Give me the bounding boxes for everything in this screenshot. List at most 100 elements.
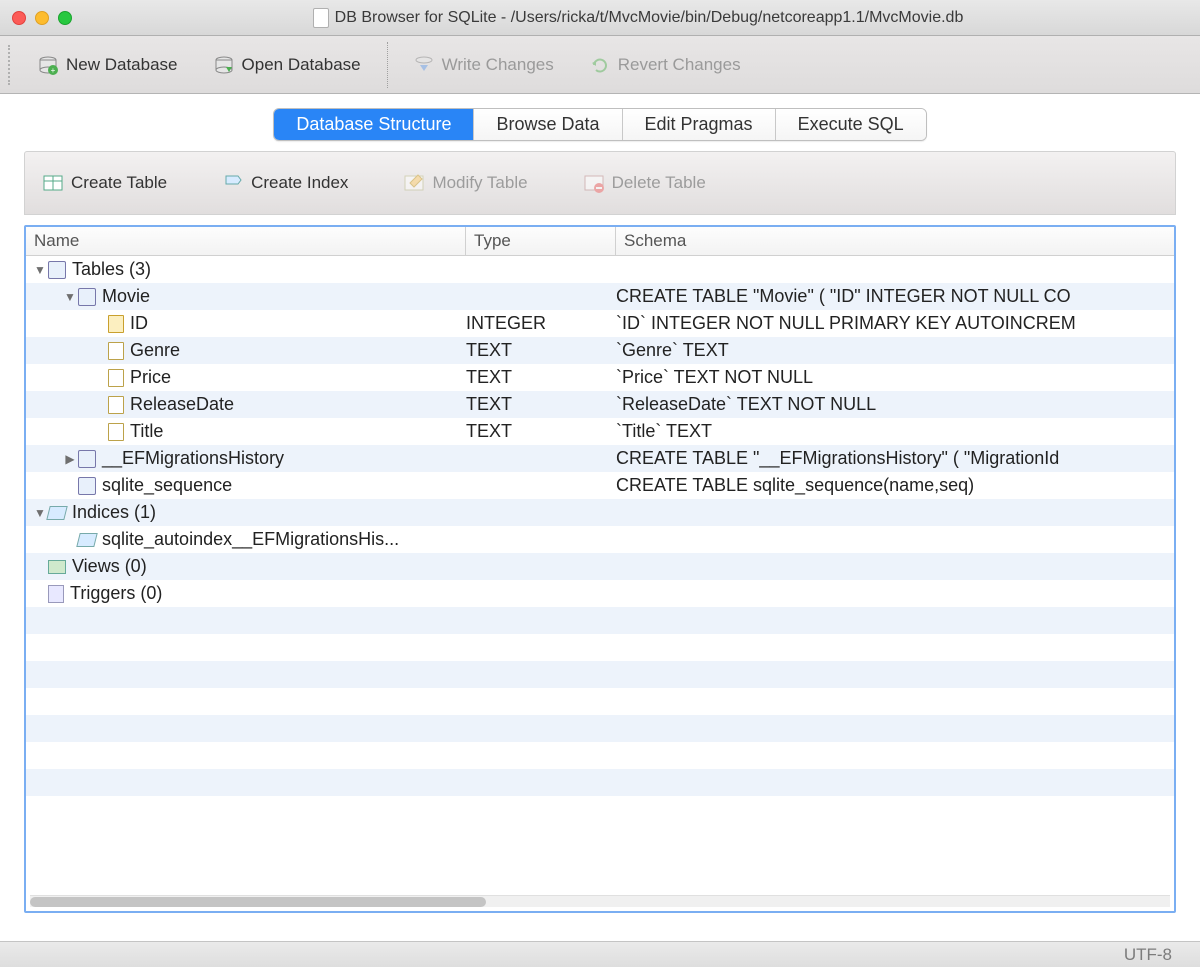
open-database-label: Open Database — [242, 55, 361, 75]
column-icon — [108, 396, 124, 414]
tab-database-structure[interactable]: Database Structure — [274, 109, 474, 140]
empty-row — [26, 661, 1174, 688]
table-schema: CREATE TABLE "__EFMigrationsHistory" ( "… — [616, 448, 1174, 469]
index-icon — [76, 533, 97, 547]
table-schema: CREATE TABLE sqlite_sequence(name,seq) — [616, 475, 1174, 496]
new-database-button[interactable]: + New Database — [20, 49, 196, 81]
revert-changes-label: Revert Changes — [618, 55, 741, 75]
tab-execute-sql[interactable]: Execute SQL — [776, 109, 926, 140]
tab-edit-pragmas[interactable]: Edit Pragmas — [623, 109, 776, 140]
column-name: Title — [130, 421, 163, 442]
tree-node-table-movie[interactable]: ▼ Movie CREATE TABLE "Movie" ( "ID" INTE… — [26, 283, 1174, 310]
column-icon — [108, 342, 124, 360]
svg-text:+: + — [51, 66, 56, 75]
triggers-icon — [48, 585, 64, 603]
main-toolbar: + New Database Open Database Write Chang… — [0, 36, 1200, 94]
database-new-icon: + — [38, 55, 58, 75]
modify-table-button: Modify Table — [396, 167, 535, 199]
create-table-button[interactable]: Create Table — [35, 167, 175, 199]
tree-node-views[interactable]: ▶ Views (0) — [26, 553, 1174, 580]
scrollbar-thumb[interactable] — [30, 897, 486, 907]
delete-table-label: Delete Table — [612, 173, 706, 193]
table-delete-icon — [584, 173, 604, 193]
tree-node-index-autoindex[interactable]: ▶ sqlite_autoindex__EFMigrationsHis... — [26, 526, 1174, 553]
disclosure-triangle-icon[interactable]: ▼ — [62, 290, 78, 304]
column-type: INTEGER — [466, 313, 616, 334]
table-icon — [78, 288, 96, 306]
write-changes-icon — [414, 55, 434, 75]
horizontal-scrollbar[interactable] — [30, 895, 1170, 907]
empty-row — [26, 634, 1174, 661]
column-header-name[interactable]: Name — [26, 227, 466, 255]
create-table-label: Create Table — [71, 173, 167, 193]
toolbar-separator — [387, 42, 388, 88]
window-title: DB Browser for SQLite - /Users/ricka/t/M… — [88, 8, 1188, 28]
tree-node-triggers[interactable]: ▶ Triggers (0) — [26, 580, 1174, 607]
tree-node-column-id[interactable]: ▶ ID INTEGER `ID` INTEGER NOT NULL PRIMA… — [26, 310, 1174, 337]
table-schema: CREATE TABLE "Movie" ( "ID" INTEGER NOT … — [616, 286, 1174, 307]
toolbar-handle[interactable] — [8, 45, 14, 85]
column-schema: `Price` TEXT NOT NULL — [616, 367, 1174, 388]
tree-body[interactable]: ▼ Tables (3) ▼ Movie CREATE TABLE "Movie… — [26, 256, 1174, 895]
empty-row — [26, 688, 1174, 715]
tree-node-table-efmigrations[interactable]: ▶ __EFMigrationsHistory CREATE TABLE "__… — [26, 445, 1174, 472]
main-panel: Create Table Create Index Modify Table D… — [0, 151, 1200, 941]
schema-tree: Name Type Schema ▼ Tables (3) ▼ — [24, 225, 1176, 913]
column-name: ReleaseDate — [130, 394, 234, 415]
column-name: Price — [130, 367, 171, 388]
disclosure-triangle-icon[interactable]: ▶ — [62, 452, 78, 466]
disclosure-triangle-icon[interactable]: ▼ — [32, 506, 48, 520]
tree-node-column-releasedate[interactable]: ▶ ReleaseDate TEXT `ReleaseDate` TEXT NO… — [26, 391, 1174, 418]
window-title-text: DB Browser for SQLite - /Users/ricka/t/M… — [335, 9, 964, 27]
column-header-schema[interactable]: Schema — [616, 227, 1174, 255]
column-header-type[interactable]: Type — [466, 227, 616, 255]
tree-node-column-genre[interactable]: ▶ Genre TEXT `Genre` TEXT — [26, 337, 1174, 364]
tables-label: Tables (3) — [72, 259, 151, 280]
minimize-window-button[interactable] — [35, 11, 49, 25]
encoding-label: UTF-8 — [1124, 945, 1172, 965]
window-controls — [12, 11, 72, 25]
document-icon — [313, 8, 329, 28]
empty-row — [26, 607, 1174, 634]
column-type: TEXT — [466, 421, 616, 442]
indices-label: Indices (1) — [72, 502, 156, 523]
create-index-label: Create Index — [251, 173, 348, 193]
tab-bar: Database Structure Browse Data Edit Prag… — [0, 94, 1200, 151]
tree-node-indices[interactable]: ▼ Indices (1) — [26, 499, 1174, 526]
tree-node-tables[interactable]: ▼ Tables (3) — [26, 256, 1174, 283]
status-bar: UTF-8 — [0, 941, 1200, 967]
zoom-window-button[interactable] — [58, 11, 72, 25]
tree-header: Name Type Schema — [26, 227, 1174, 256]
column-icon — [108, 369, 124, 387]
column-name: Genre — [130, 340, 180, 361]
revert-changes-icon — [590, 55, 610, 75]
write-changes-button: Write Changes — [396, 49, 572, 81]
table-create-icon — [43, 173, 63, 193]
column-name: ID — [130, 313, 148, 334]
table-name: sqlite_sequence — [102, 475, 232, 496]
table-modify-icon — [404, 173, 424, 193]
index-name: sqlite_autoindex__EFMigrationsHis... — [102, 529, 399, 550]
new-database-label: New Database — [66, 55, 178, 75]
write-changes-label: Write Changes — [442, 55, 554, 75]
create-index-button[interactable]: Create Index — [215, 167, 356, 199]
table-icon — [78, 477, 96, 495]
empty-row — [26, 742, 1174, 769]
tree-node-table-sqliteseq[interactable]: ▶ sqlite_sequence CREATE TABLE sqlite_se… — [26, 472, 1174, 499]
open-database-button[interactable]: Open Database — [196, 49, 379, 81]
close-window-button[interactable] — [12, 11, 26, 25]
empty-row — [26, 715, 1174, 742]
column-icon — [108, 423, 124, 441]
tree-node-column-title[interactable]: ▶ Title TEXT `Title` TEXT — [26, 418, 1174, 445]
disclosure-triangle-icon[interactable]: ▼ — [32, 263, 48, 277]
column-type: TEXT — [466, 340, 616, 361]
titlebar: DB Browser for SQLite - /Users/ricka/t/M… — [0, 0, 1200, 36]
tree-node-column-price[interactable]: ▶ Price TEXT `Price` TEXT NOT NULL — [26, 364, 1174, 391]
tab-browse-data[interactable]: Browse Data — [474, 109, 622, 140]
table-name: __EFMigrationsHistory — [102, 448, 284, 469]
indices-icon — [46, 506, 67, 520]
empty-row — [26, 796, 1174, 823]
column-schema: `Title` TEXT — [616, 421, 1174, 442]
column-schema: `Genre` TEXT — [616, 340, 1174, 361]
column-type: TEXT — [466, 367, 616, 388]
